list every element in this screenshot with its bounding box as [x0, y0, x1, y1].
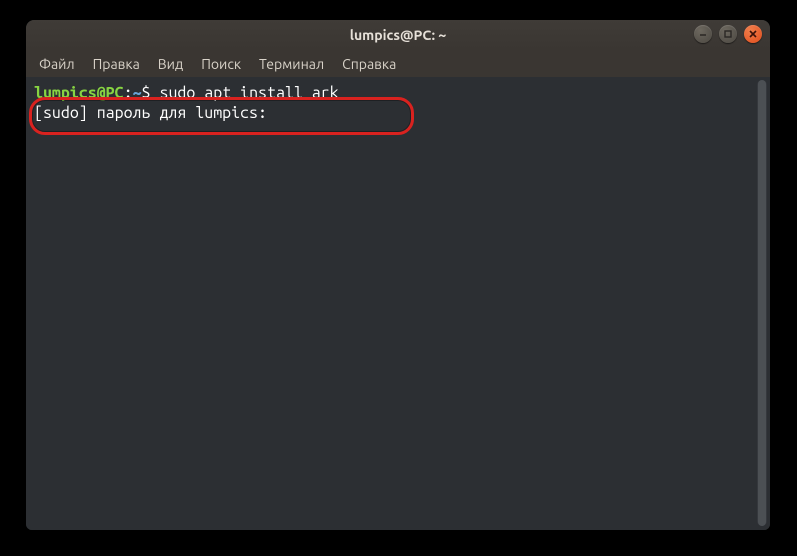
- sudo-password-prompt: [sudo] пароль для lumpics:: [34, 104, 267, 122]
- close-icon: [748, 29, 758, 39]
- window-title: lumpics@PC: ~: [350, 27, 447, 43]
- prompt-path: ~: [133, 84, 142, 102]
- scrollbar-thumb[interactable]: [758, 80, 766, 526]
- menu-terminal[interactable]: Терминал: [250, 53, 333, 75]
- menu-search[interactable]: Поиск: [192, 53, 250, 75]
- maximize-icon: [723, 29, 733, 39]
- terminal-window: lumpics@PC: ~ Файл Правка Вид Поиск Терм…: [26, 20, 770, 530]
- titlebar[interactable]: lumpics@PC: ~: [26, 20, 770, 50]
- desktop: lumpics@PC: ~ Файл Правка Вид Поиск Терм…: [0, 0, 797, 556]
- menu-view[interactable]: Вид: [149, 53, 192, 75]
- command-text: sudo apt install ark: [159, 84, 338, 102]
- menubar: Файл Правка Вид Поиск Терминал Справка: [26, 50, 770, 78]
- prompt-dollar: $: [142, 84, 151, 102]
- close-button[interactable]: [744, 25, 762, 43]
- prompt-separator: :: [124, 84, 133, 102]
- menu-help[interactable]: Справка: [333, 53, 405, 75]
- menu-edit[interactable]: Правка: [84, 53, 149, 75]
- minimize-button[interactable]: [694, 25, 712, 43]
- terminal-body[interactable]: lumpics@PC:~$ sudo apt install ark [sudo…: [26, 77, 770, 530]
- prompt-user-host: lumpics@PC: [34, 84, 124, 102]
- terminal-line-1: lumpics@PC:~$ sudo apt install ark: [34, 83, 762, 103]
- minimize-icon: [698, 29, 708, 39]
- maximize-button[interactable]: [719, 25, 737, 43]
- scrollbar[interactable]: [757, 80, 767, 526]
- menu-file[interactable]: Файл: [30, 53, 84, 75]
- window-buttons: [694, 25, 762, 43]
- terminal-line-2: [sudo] пароль для lumpics:: [34, 103, 762, 123]
